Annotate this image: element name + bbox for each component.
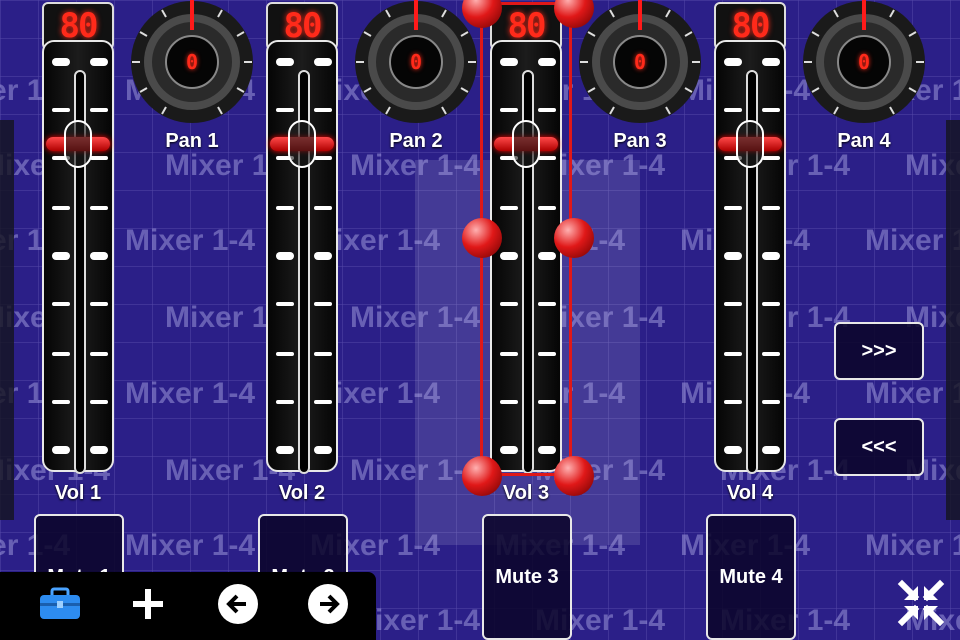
pan-label: Pan 2 (389, 130, 443, 152)
slider-tick (724, 108, 742, 112)
pan-display: 0 (185, 50, 199, 74)
slider-tick (724, 252, 742, 260)
volume-slider[interactable] (42, 40, 114, 474)
slider-tick (762, 206, 780, 210)
slider-tick (52, 352, 70, 356)
slider-tick (724, 352, 742, 356)
pan-knob[interactable]: 0 (130, 0, 254, 124)
vol-label: Vol 4 (726, 482, 774, 504)
collapse-icon[interactable] (896, 578, 946, 628)
slider-tick (276, 352, 294, 356)
pan-label: Pan 4 (837, 130, 891, 152)
pan-knob[interactable]: 0 (578, 0, 702, 124)
watermark-text: Mixer 1-4 (350, 149, 480, 182)
slider-tick (52, 302, 70, 306)
volume-slider[interactable] (714, 40, 786, 474)
slider-tick (90, 302, 108, 306)
slider-tick (90, 108, 108, 112)
slider-tick (276, 108, 294, 112)
slider-tick (762, 252, 780, 260)
pan-display: 0 (409, 50, 423, 74)
arrow-right-icon (306, 582, 350, 631)
watermark-text: Mixer 1-4 (350, 454, 480, 487)
add-button[interactable] (118, 572, 178, 640)
watermark-text: Mixer 1-4 (350, 301, 480, 334)
pan-label: Pan 3 (613, 130, 667, 152)
slider-tick (52, 252, 70, 260)
pan-knob[interactable]: 0 (354, 0, 478, 124)
selection-handle[interactable] (462, 218, 502, 258)
slider-tick (724, 58, 742, 66)
toolbox-icon (38, 587, 82, 626)
mute-button[interactable]: Mute 4 (706, 514, 796, 640)
slider-tick (52, 446, 70, 454)
vol-label: Vol 1 (54, 482, 102, 504)
slider-tick (762, 58, 780, 66)
slider-tick (314, 252, 332, 260)
prev-page-button[interactable]: <<< (834, 418, 924, 476)
slider-tick (724, 400, 742, 404)
slider-tick (52, 58, 70, 66)
watermark-text: Mixer 1-4 (125, 529, 255, 562)
slider-tick (762, 446, 780, 454)
slider-tick (762, 108, 780, 112)
slider-tick (90, 446, 108, 454)
slider-tick (762, 400, 780, 404)
watermark-text: Mixer 1-4 (125, 224, 255, 257)
slider-tick (762, 352, 780, 356)
slider-tick (724, 302, 742, 306)
slider-tick (90, 156, 108, 160)
slider-tick (314, 400, 332, 404)
selection-handle[interactable] (462, 456, 502, 496)
slider-tick (276, 302, 294, 306)
slider-tick (52, 108, 70, 112)
bottom-toolbar (0, 572, 376, 640)
next-page-button[interactable]: >>> (834, 322, 924, 380)
slider-tick (276, 446, 294, 454)
back-button[interactable] (208, 572, 268, 640)
slider-tick (90, 252, 108, 260)
slider-tick (90, 206, 108, 210)
pan-display: 0 (633, 50, 647, 74)
slider-tick (90, 352, 108, 356)
vol-label: Vol 2 (278, 482, 326, 504)
left-edge-bar (0, 120, 14, 520)
pan-knob[interactable]: 0 (802, 0, 926, 124)
slider-tick (314, 446, 332, 454)
forward-button[interactable] (298, 572, 358, 640)
slider-thumb[interactable] (736, 120, 764, 168)
slider-tick (314, 156, 332, 160)
mute-button[interactable]: Mute 3 (482, 514, 572, 640)
toolbox-button[interactable] (30, 572, 90, 640)
watermark-text: Mixer 1-4 (125, 377, 255, 410)
slider-tick (314, 302, 332, 306)
slider-tick (276, 252, 294, 260)
slider-tick (724, 446, 742, 454)
slider-tick (724, 206, 742, 210)
slider-tick (276, 206, 294, 210)
slider-tick (314, 108, 332, 112)
watermark-text: Mixer 1-4 (865, 529, 960, 562)
right-edge-bar (946, 120, 960, 520)
slider-tick (314, 206, 332, 210)
pan-display: 0 (857, 50, 871, 74)
slider-tick (762, 302, 780, 306)
slider-thumb[interactable] (64, 120, 92, 168)
slider-tick (90, 58, 108, 66)
slider-thumb[interactable] (288, 120, 316, 168)
slider-tick (90, 400, 108, 404)
slider-tick (314, 58, 332, 66)
slider-tick (52, 400, 70, 404)
selection-handle[interactable] (554, 456, 594, 496)
slider-tick (314, 352, 332, 356)
plus-icon (130, 586, 166, 627)
arrow-left-icon (216, 582, 260, 631)
volume-slider[interactable] (266, 40, 338, 474)
selection-handle[interactable] (554, 218, 594, 258)
slider-tick (276, 400, 294, 404)
pan-label: Pan 1 (165, 130, 219, 152)
slider-tick (52, 206, 70, 210)
slider-tick (762, 156, 780, 160)
slider-tick (276, 58, 294, 66)
